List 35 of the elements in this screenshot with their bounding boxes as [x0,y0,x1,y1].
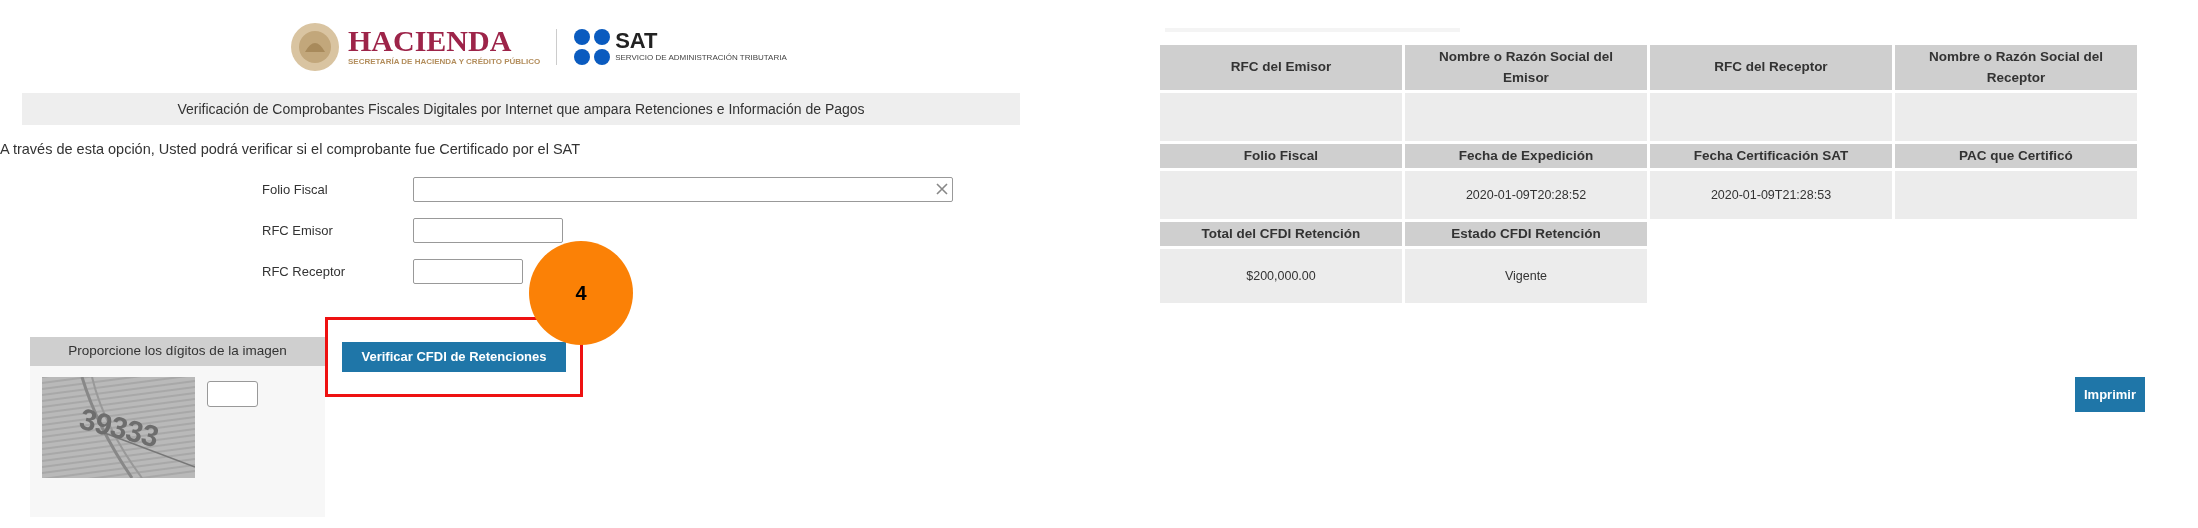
verify-button[interactable]: Verificar CFDI de Retenciones [342,341,566,372]
column-header: RFC del Emisor [1160,45,1402,90]
sat-subtitle: SERVICIO DE ADMINISTRACIÓN TRIBUTARIA [615,52,787,64]
field-label: RFC Receptor [262,262,347,281]
clear-icon[interactable] [936,183,948,196]
print-button[interactable]: Imprimir [2075,377,2145,412]
emblem-icon [290,22,340,72]
column-header: Folio Fiscal [1160,144,1402,168]
column-header: Nombre o Razón Social del Receptor [1895,45,2137,90]
sat-logo-text: SAT [615,30,659,52]
cell-value: $200,000.00 [1246,267,1316,285]
field-label: RFC Emisor [262,221,334,240]
column-header: RFC del Receptor [1650,45,1892,90]
cell-value: 2020-01-09T20:28:52 [1465,186,1587,204]
hacienda-logo-text: HACIENDA [348,26,513,56]
captcha-title: Proporcione los dígitos de la imagen [30,336,325,366]
cell-value: 2020-01-09T21:28:53 [1710,186,1832,204]
captcha-field[interactable] [207,380,258,407]
captcha-text: 39333 [74,400,163,455]
cell-value: Vigente [1504,267,1548,285]
text-field[interactable] [413,258,523,284]
step-badge: 4 [529,240,633,345]
column-header: Estado CFDI Retención [1405,222,1647,246]
column-header: Fecha de Expedición [1405,144,1647,168]
column-header: Total del CFDI Retención [1160,222,1402,246]
text-field[interactable] [413,217,563,243]
intro-text: A través de esta opción, Usted podrá verificar si el comprobante fue Certificado por el SAT [0,140,582,159]
column-header: Nombre o Razón Social del Emisor [1405,45,1647,90]
sat-logo-icon [573,28,612,66]
hacienda-subtitle: SECRETARÍA DE HACIENDA Y CRÉDITO PÚBLICO [348,56,541,68]
column-header: PAC que Certificó [1895,144,2137,168]
text-field[interactable] [413,176,953,202]
field-label: Folio Fiscal [262,180,329,199]
column-header: Fecha Certificación SAT [1650,144,1892,168]
section-title: Verificación de Comprobantes Fiscales Digitales por Internet que ampara Retenciones e Información de Pagos [22,93,1020,125]
